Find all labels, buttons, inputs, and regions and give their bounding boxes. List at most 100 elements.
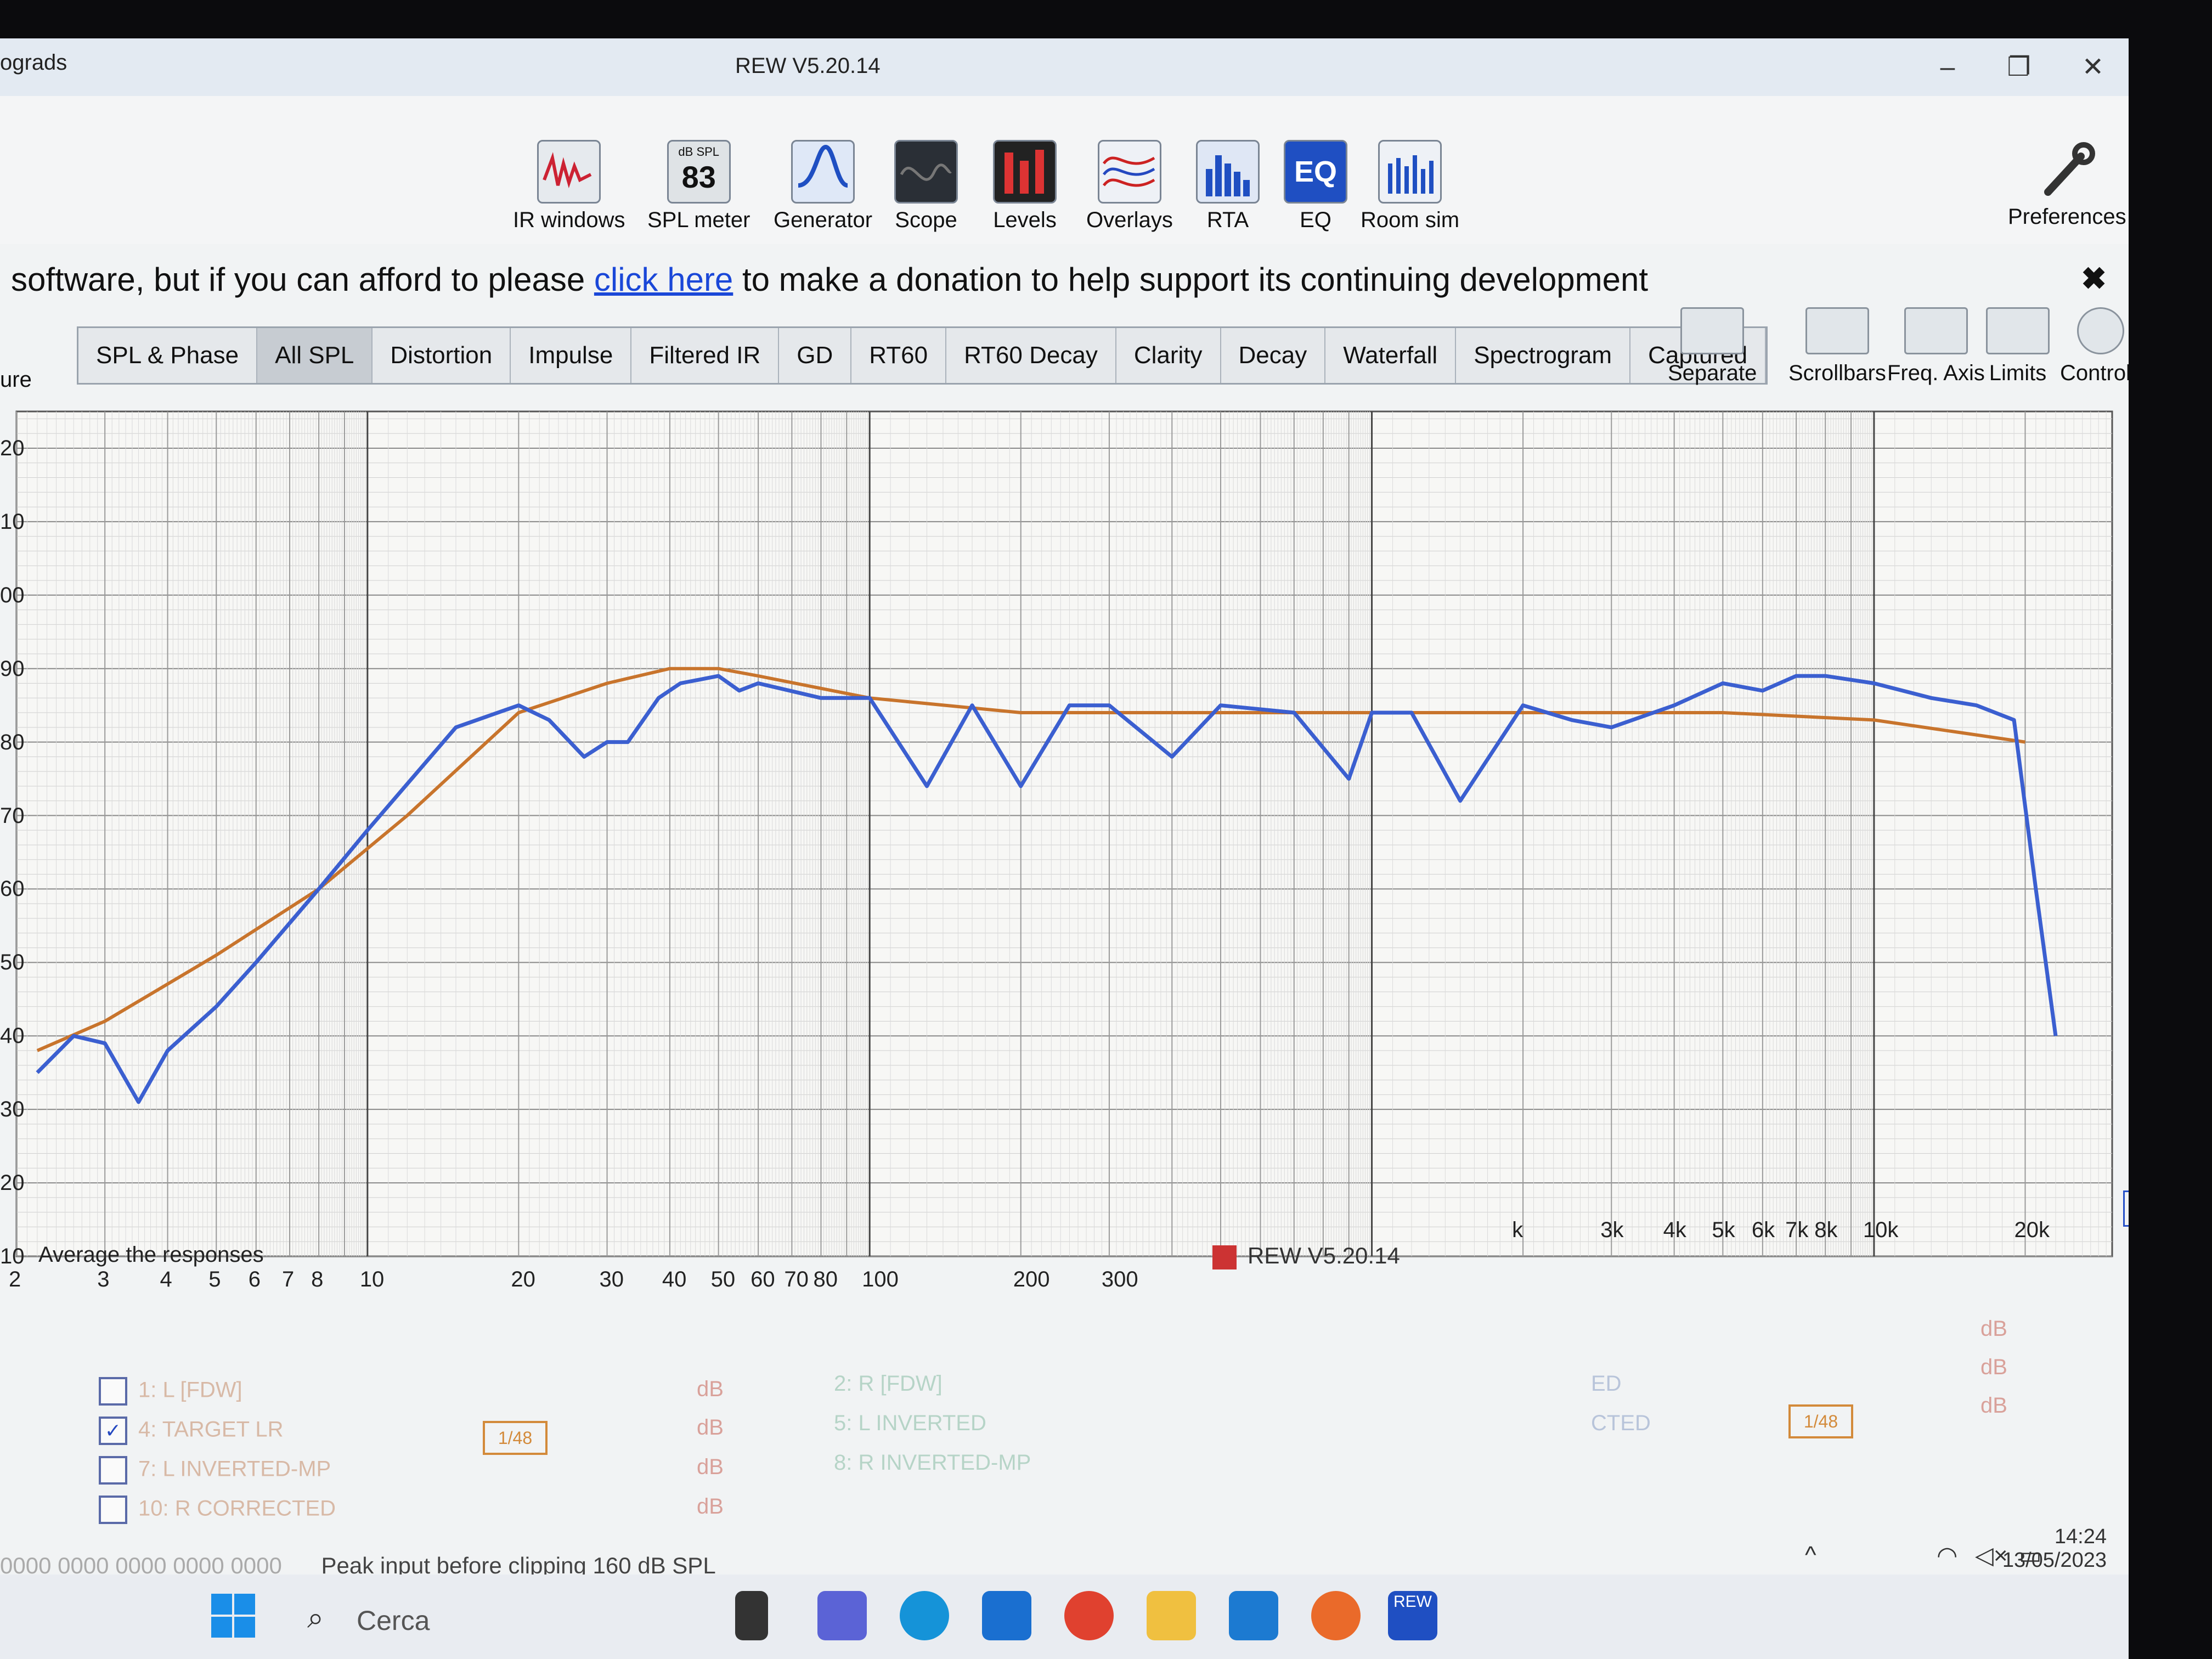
x-tick-label: 50 (710, 1267, 736, 1291)
banner-close-icon[interactable]: ✖ (2081, 261, 2107, 297)
legend-item[interactable]: 1: L [FDW] (99, 1377, 242, 1406)
system-tray: 14:24 13/05/2023 (2002, 1525, 2107, 1572)
tab-all-spl[interactable]: All SPL (257, 328, 373, 383)
freq-axis-button[interactable]: Freq. Axis (1887, 307, 1985, 386)
windows-start-icon[interactable] (208, 1591, 258, 1640)
y-tick-label: 20 (0, 436, 25, 460)
legend-label[interactable]: 2: R [FDW] (834, 1372, 943, 1396)
tab-spl-phase[interactable]: SPL & Phase (78, 328, 258, 383)
y-tick-label: 70 (0, 803, 25, 828)
scope-button[interactable]: Scope (894, 140, 958, 233)
tab-decay[interactable]: Decay (1221, 328, 1326, 383)
tab-distortion[interactable]: Distortion (373, 328, 511, 383)
x-tick-label: 4k (1663, 1218, 1686, 1242)
tab-rt60-decay[interactable]: RT60 Decay (946, 328, 1116, 383)
taskbar: ⌕ Cerca REW 14:24 13/05/2023 ^ ◠ ◁× ▭ (0, 1525, 2129, 1659)
checkbox-checked-icon[interactable]: ✓ (99, 1417, 127, 1445)
legend-label[interactable]: ED (1591, 1372, 1622, 1396)
tab-impulse[interactable]: Impulse (511, 328, 632, 383)
smoothing-button[interactable]: 1/48 (483, 1421, 548, 1455)
eq-button[interactable]: EQ EQ (1284, 140, 1347, 233)
checkbox-icon[interactable] (99, 1456, 127, 1485)
generator-button[interactable]: Generator (774, 140, 872, 233)
checkbox-icon[interactable] (99, 1377, 127, 1406)
checkbox-icon[interactable] (99, 1496, 127, 1524)
rew-window: ograds REW V5.20.14 – ❐ ✕ IR windows dB … (0, 38, 2129, 1659)
db-unit-label: dB (697, 1455, 724, 1479)
legend-label[interactable]: 8: R INVERTED-MP (834, 1451, 1031, 1475)
speaker-muted-icon[interactable]: ◁× (1975, 1542, 2008, 1570)
donation-banner: software, but if you can afford to pleas… (0, 255, 2129, 304)
mail-icon[interactable] (1229, 1591, 1278, 1640)
title-left-text: ograds (0, 50, 67, 75)
spl-meter-button[interactable]: dB SPL 83 SPL meter (647, 140, 750, 233)
controls-button[interactable]: Controls (2060, 307, 2129, 386)
tab-waterfall[interactable]: Waterfall (1325, 328, 1457, 383)
ir-windows-label: IR windows (513, 208, 625, 232)
donation-text-after: to make a donation to help support its c… (733, 261, 1649, 298)
close-button[interactable]: ✕ (2071, 48, 2115, 87)
legend-item[interactable]: ✓ 4: TARGET LR (99, 1417, 284, 1445)
search-icon[interactable]: ⌕ (307, 1601, 324, 1635)
db-unit-label: dB (697, 1415, 724, 1440)
plot-area (15, 410, 2113, 1257)
generator-label: Generator (774, 208, 873, 232)
rew-taskbar-icon[interactable]: REW (1388, 1591, 1437, 1640)
x-tick-label: 200 (1013, 1267, 1050, 1291)
store-icon[interactable] (982, 1591, 1031, 1640)
minimize-button[interactable]: – (1926, 48, 1970, 87)
y-tick-label: 10 (0, 1244, 25, 1268)
origin-icon[interactable] (1311, 1591, 1361, 1640)
tab-clarity[interactable]: Clarity (1116, 328, 1221, 383)
y-tick-label: 60 (0, 877, 25, 901)
legend-label[interactable]: 5: L INVERTED (834, 1411, 986, 1436)
levels-label: Levels (993, 208, 1057, 232)
x-tick-label: 70 (784, 1267, 809, 1291)
edge-icon[interactable] (900, 1591, 949, 1640)
scrollbars-button[interactable]: Scrollbars (1788, 307, 1886, 386)
donation-link[interactable]: click here (594, 261, 733, 298)
folder-icon[interactable] (1147, 1591, 1196, 1640)
battery-icon[interactable]: ▭ (2019, 1542, 2042, 1570)
x-tick-label: 40 (662, 1267, 687, 1291)
preferences-button[interactable]: Preferences (2008, 140, 2126, 229)
freq-limit-field[interactable]: 29,8k (2123, 1190, 2129, 1227)
legend-item[interactable]: 10: R CORRECTED (99, 1496, 336, 1524)
tab-spectrogram[interactable]: Spectrogram (1456, 328, 1631, 383)
tab-rt60[interactable]: RT60 (851, 328, 947, 383)
x-tick-label: 8k (1814, 1218, 1838, 1242)
chrome-icon[interactable] (1064, 1591, 1114, 1640)
limits-button[interactable]: Limits (1986, 307, 2050, 386)
separate-button[interactable]: Separate (1668, 307, 1757, 386)
tab-gd[interactable]: GD (779, 328, 852, 383)
clock-time: 14:24 (2054, 1525, 2107, 1548)
preferences-label: Preferences (2008, 205, 2126, 229)
main-toolbar: IR windows dB SPL 83 SPL meter Generator… (0, 96, 2129, 244)
maximize-button[interactable]: ❐ (1997, 48, 2041, 87)
legend-item[interactable]: 7: L INVERTED-MP (99, 1456, 331, 1485)
smoothing-button[interactable]: 1/48 (1788, 1404, 1853, 1438)
spl-plot-svg[interactable] (0, 379, 2129, 1311)
chevron-up-icon[interactable]: ^ (1805, 1542, 1816, 1569)
rta-button[interactable]: RTA (1196, 140, 1260, 233)
spl-meter-icon: dB SPL 83 (667, 140, 731, 204)
average-responses-label[interactable]: Average the responses (38, 1243, 264, 1267)
x-tick-label: 80 (813, 1267, 838, 1291)
limits-icon (1986, 307, 2050, 354)
x-tick-label: 300 (1101, 1267, 1138, 1291)
taskbar-search[interactable]: Cerca (357, 1605, 430, 1637)
tab-filtered-ir[interactable]: Filtered IR (631, 328, 780, 383)
overlays-button[interactable]: Overlays (1086, 140, 1173, 233)
overlays-icon (1097, 140, 1161, 204)
chat-icon[interactable] (817, 1591, 867, 1640)
db-unit-label: dB (697, 1494, 724, 1519)
y-tick-label: 90 (0, 656, 25, 681)
task-view-icon[interactable] (735, 1591, 768, 1640)
eq-icon: EQ (1284, 140, 1347, 204)
spl-graph[interactable]: 20 10 00 90 80 70 60 50 40 30 20 10 2 3 4 5 6 7 8 10 20 30 40… (0, 379, 2129, 1311)
legend-label[interactable]: CTED (1591, 1411, 1651, 1436)
levels-button[interactable]: Levels (993, 140, 1057, 233)
room-sim-button[interactable]: Room sim (1361, 140, 1459, 233)
ir-windows-button[interactable]: IR windows (513, 140, 625, 233)
wifi-icon[interactable]: ◠ (1937, 1542, 1957, 1570)
